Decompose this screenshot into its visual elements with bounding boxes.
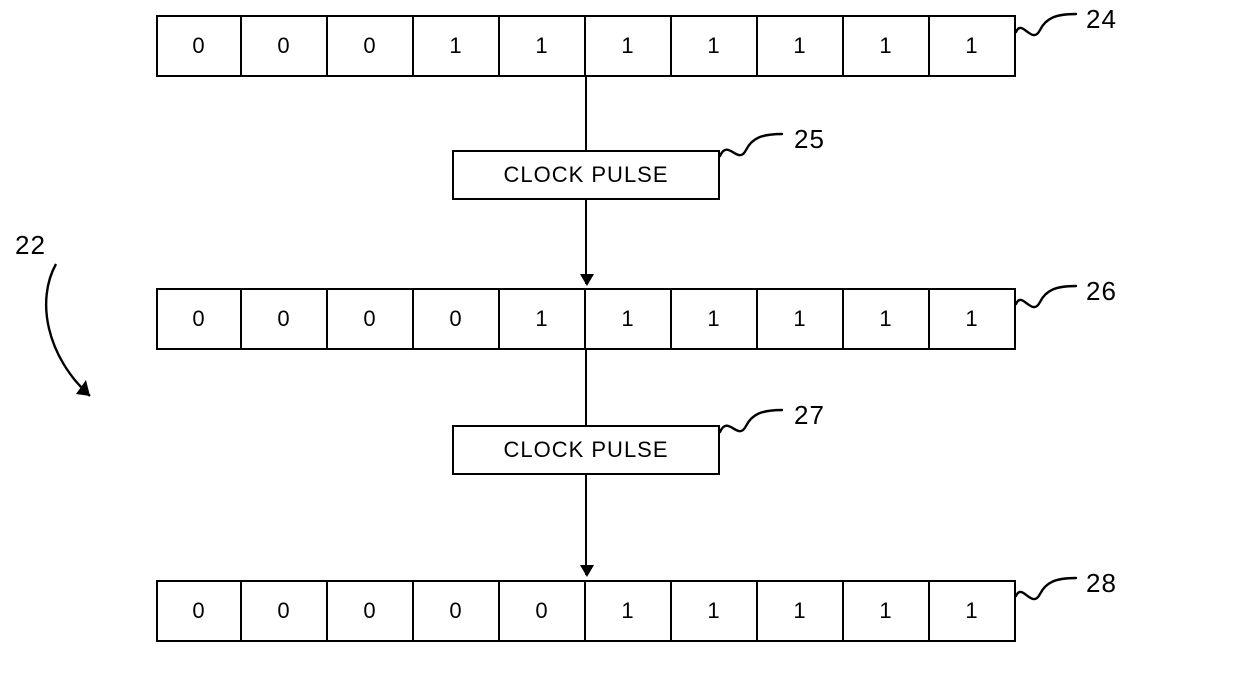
lead-line-25: [720, 132, 800, 172]
register-26-cell-7: 1: [758, 288, 844, 350]
register-24-cell-6: 1: [672, 15, 758, 77]
register-24-cell-7: 1: [758, 15, 844, 77]
register-24: 0 0 0 1 1 1 1 1 1 1: [156, 15, 1016, 77]
clock-pulse-27-box: CLOCK PULSE: [452, 425, 720, 475]
register-26-cell-0: 0: [156, 288, 242, 350]
register-26-cell-9: 1: [930, 288, 1016, 350]
register-24-cell-5: 1: [586, 15, 672, 77]
register-24-cell-1: 0: [242, 15, 328, 77]
diagram-stage: { "registers": { "r24": { "cells": ["0",…: [0, 0, 1240, 679]
register-26-cell-1: 0: [242, 288, 328, 350]
arrow-cp25-to-reg26: [585, 200, 587, 284]
clock-pulse-25-box: CLOCK PULSE: [452, 150, 720, 200]
register-28-cell-5: 1: [586, 580, 672, 642]
register-24-cell-3: 1: [414, 15, 500, 77]
register-24-cell-9: 1: [930, 15, 1016, 77]
arrow-cp27-to-reg28: [585, 475, 587, 575]
register-26-cell-6: 1: [672, 288, 758, 350]
register-28-cell-4: 0: [500, 580, 586, 642]
register-26-cell-8: 1: [844, 288, 930, 350]
register-26-cell-4: 1: [500, 288, 586, 350]
register-24-cell-2: 0: [328, 15, 414, 77]
lead-line-26: [1016, 284, 1096, 324]
clock-pulse-27-label: CLOCK PULSE: [503, 437, 668, 463]
ref-25: 25: [794, 124, 825, 155]
ref-24: 24: [1086, 4, 1117, 35]
register-24-cell-8: 1: [844, 15, 930, 77]
arrowhead-down-icon: [580, 565, 594, 577]
register-28-cell-6: 1: [672, 580, 758, 642]
ref-27: 27: [794, 400, 825, 431]
register-28-cell-1: 0: [242, 580, 328, 642]
register-28-cell-3: 0: [414, 580, 500, 642]
register-26-cell-3: 0: [414, 288, 500, 350]
register-28-cell-0: 0: [156, 580, 242, 642]
register-24-cell-0: 0: [156, 15, 242, 77]
register-28: 0 0 0 0 0 1 1 1 1 1: [156, 580, 1016, 642]
register-26-cell-2: 0: [328, 288, 414, 350]
ref-28: 28: [1086, 568, 1117, 599]
lead-line-27: [720, 408, 800, 448]
line-reg24-to-cp25: [585, 77, 587, 150]
arrowhead-down-icon: [580, 274, 594, 286]
lead-line-28: [1016, 576, 1096, 616]
register-28-cell-8: 1: [844, 580, 930, 642]
register-26-cell-5: 1: [586, 288, 672, 350]
register-28-cell-9: 1: [930, 580, 1016, 642]
register-28-cell-2: 0: [328, 580, 414, 642]
curved-arrow-22: [28, 260, 148, 420]
clock-pulse-25-label: CLOCK PULSE: [503, 162, 668, 188]
register-28-cell-7: 1: [758, 580, 844, 642]
ref-26: 26: [1086, 276, 1117, 307]
ref-22: 22: [15, 230, 46, 261]
lead-line-24: [1016, 12, 1096, 52]
line-reg26-to-cp27: [585, 350, 587, 425]
register-26: 0 0 0 0 1 1 1 1 1 1: [156, 288, 1016, 350]
register-24-cell-4: 1: [500, 15, 586, 77]
